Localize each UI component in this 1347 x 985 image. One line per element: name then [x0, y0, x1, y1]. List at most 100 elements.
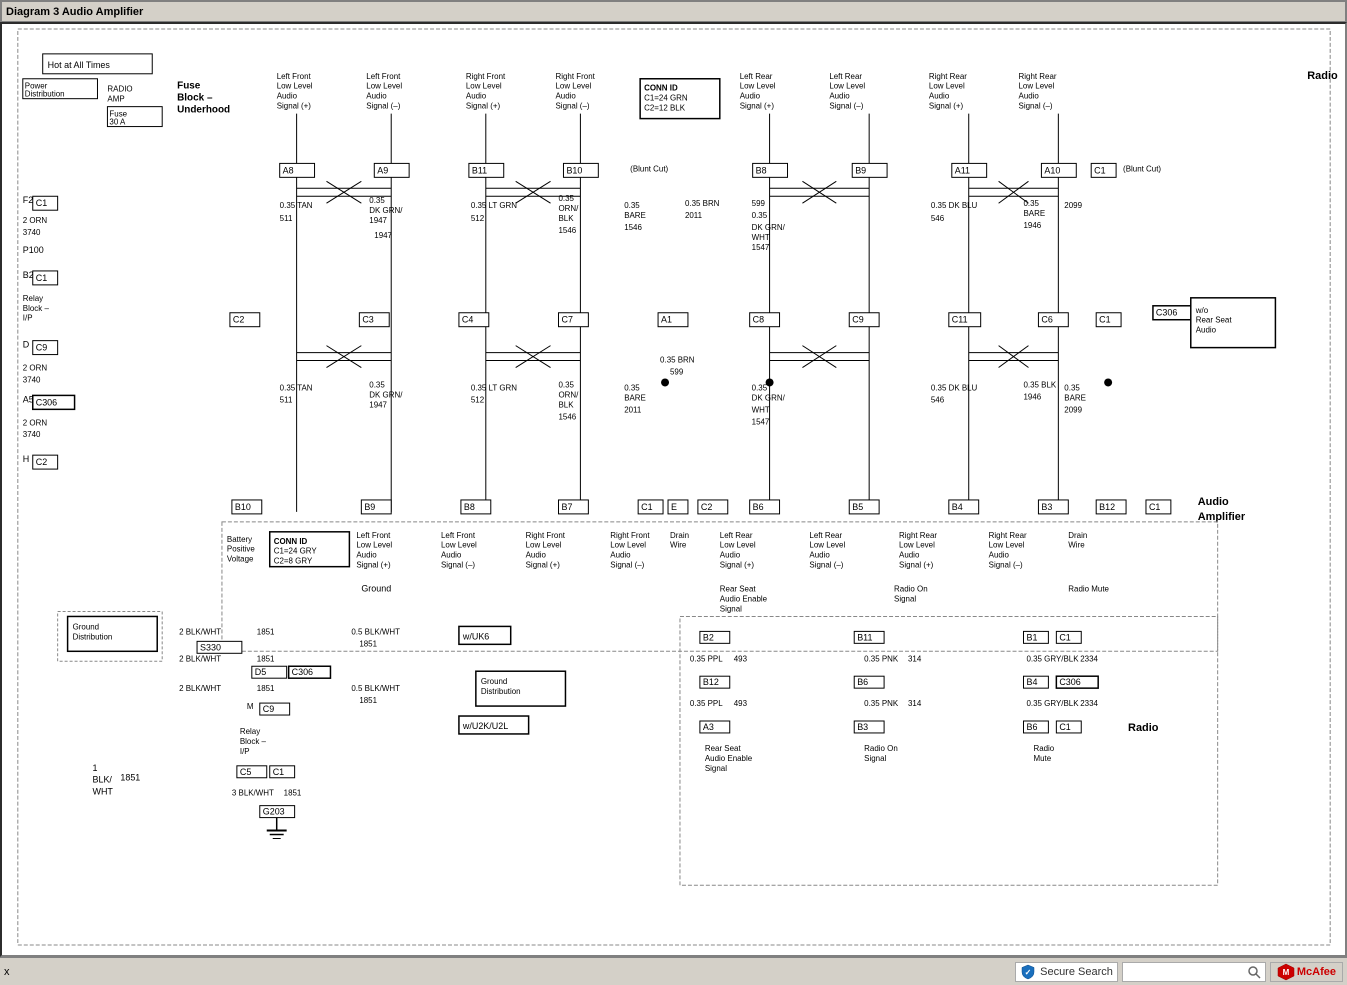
mcafee-label: McAfee: [1297, 966, 1336, 978]
svg-text:0.35 DK BLU: 0.35 DK BLU: [931, 201, 978, 210]
svg-text:BARE: BARE: [1023, 209, 1045, 218]
svg-text:B8: B8: [464, 502, 475, 512]
svg-text:511: 511: [280, 395, 293, 404]
secure-search-area[interactable]: ✓ Secure Search: [1015, 962, 1118, 982]
svg-text:2 ORN: 2 ORN: [23, 216, 48, 225]
main-window: Diagram 3 Audio Amplifier Radio Hot at A…: [0, 0, 1347, 985]
svg-text:Rear Seat: Rear Seat: [1196, 316, 1233, 325]
svg-text:0.35: 0.35: [1064, 383, 1080, 392]
svg-text:CONN ID: CONN ID: [644, 84, 678, 93]
svg-text:P100: P100: [23, 245, 44, 255]
svg-text:Low Level: Low Level: [929, 82, 965, 91]
window-title: Diagram 3 Audio Amplifier: [6, 6, 143, 18]
svg-text:1851: 1851: [359, 696, 377, 705]
svg-text:Ground: Ground: [73, 622, 100, 631]
svg-text:1547: 1547: [752, 417, 770, 426]
svg-text:(Blunt Cut): (Blunt Cut): [630, 164, 668, 173]
svg-text:ORN/: ORN/: [558, 204, 579, 213]
svg-text:1947: 1947: [374, 231, 392, 240]
close-button[interactable]: x: [4, 966, 24, 978]
svg-text:0.5 BLK/WHT: 0.5 BLK/WHT: [351, 684, 400, 693]
svg-text:C2: C2: [36, 457, 47, 467]
svg-text:C7: C7: [561, 315, 572, 325]
svg-text:Signal (–): Signal (–): [610, 561, 644, 570]
svg-text:Relay: Relay: [23, 294, 43, 303]
svg-text:(Blunt Cut): (Blunt Cut): [1123, 164, 1161, 173]
svg-text:493: 493: [734, 699, 748, 708]
svg-text:0.35: 0.35: [624, 201, 640, 210]
svg-text:Block –: Block –: [177, 93, 213, 104]
svg-text:2099: 2099: [1064, 201, 1082, 210]
svg-text:0.35: 0.35: [752, 383, 768, 392]
svg-text:0.35: 0.35: [369, 380, 385, 389]
svg-text:DK GRN/: DK GRN/: [752, 223, 786, 232]
svg-text:Signal (–): Signal (–): [989, 561, 1023, 570]
svg-text:Audio: Audio: [526, 551, 547, 560]
svg-text:✓: ✓: [1025, 968, 1032, 977]
svg-text:A10: A10: [1044, 165, 1060, 175]
svg-text:Mute: Mute: [1033, 754, 1051, 763]
svg-text:Audio: Audio: [610, 551, 631, 560]
search-icon[interactable]: [1247, 965, 1261, 979]
svg-text:Low Level: Low Level: [441, 541, 477, 550]
svg-text:2011: 2011: [685, 211, 703, 220]
svg-text:B5: B5: [852, 502, 863, 512]
svg-text:1547: 1547: [752, 243, 770, 252]
svg-text:AMP: AMP: [107, 95, 124, 104]
svg-text:B9: B9: [855, 165, 866, 175]
diagram-svg: Radio Hot at All Times Power Distributio…: [2, 24, 1345, 955]
svg-text:B11: B11: [857, 632, 872, 642]
svg-text:A9: A9: [377, 165, 388, 175]
svg-text:Radio: Radio: [1033, 744, 1054, 753]
svg-text:Signal (+): Signal (+): [526, 561, 561, 570]
mcafee-logo-area[interactable]: M McAfee: [1270, 962, 1343, 982]
svg-text:Right Rear: Right Rear: [929, 72, 967, 81]
svg-text:2099: 2099: [1064, 405, 1082, 414]
svg-text:A8: A8: [283, 165, 294, 175]
search-input[interactable]: [1127, 966, 1247, 978]
svg-text:B11: B11: [472, 165, 487, 175]
svg-text:1546: 1546: [624, 223, 642, 232]
svg-text:w/o: w/o: [1195, 306, 1209, 315]
svg-text:1851: 1851: [120, 773, 140, 783]
svg-text:C9: C9: [263, 704, 274, 714]
svg-text:1851: 1851: [257, 627, 275, 636]
svg-text:C1: C1: [1059, 632, 1070, 642]
svg-text:B12: B12: [1099, 502, 1115, 512]
svg-text:C1: C1: [36, 198, 47, 208]
svg-text:Low Level: Low Level: [366, 82, 402, 91]
svg-text:Distribution: Distribution: [25, 90, 65, 99]
svg-text:B3: B3: [1041, 502, 1052, 512]
svg-text:Low Level: Low Level: [740, 82, 776, 91]
svg-text:3740: 3740: [23, 430, 41, 439]
svg-text:Hot at All Times: Hot at All Times: [48, 60, 111, 70]
svg-text:B6: B6: [1026, 722, 1037, 732]
svg-text:Signal (–): Signal (–): [556, 102, 590, 111]
svg-text:C1: C1: [1149, 502, 1160, 512]
svg-text:Audio: Audio: [899, 551, 920, 560]
svg-text:B1: B1: [1026, 632, 1037, 642]
svg-text:C306: C306: [292, 667, 313, 677]
svg-text:Signal (+): Signal (+): [277, 102, 312, 111]
secure-search-label: Secure Search: [1040, 966, 1113, 978]
svg-text:1851: 1851: [359, 639, 377, 648]
svg-text:Low Level: Low Level: [526, 541, 562, 550]
svg-text:C1: C1: [36, 273, 47, 283]
svg-text:Signal: Signal: [720, 604, 742, 613]
svg-text:314: 314: [908, 654, 922, 663]
svg-text:Left Front: Left Front: [366, 72, 401, 81]
svg-text:Low Level: Low Level: [809, 541, 845, 550]
svg-text:3740: 3740: [23, 375, 41, 384]
svg-text:546: 546: [931, 395, 945, 404]
svg-text:Low Level: Low Level: [610, 541, 646, 550]
svg-text:0.35 GRY/BLK: 0.35 GRY/BLK: [1026, 654, 1079, 663]
svg-text:Signal (+): Signal (+): [720, 561, 755, 570]
svg-text:B3: B3: [857, 722, 868, 732]
svg-text:D: D: [23, 340, 30, 350]
svg-text:BLK/: BLK/: [92, 775, 112, 785]
svg-text:314: 314: [908, 699, 922, 708]
svg-text:C306: C306: [36, 397, 57, 407]
svg-text:C9: C9: [36, 343, 47, 353]
svg-text:511: 511: [280, 214, 293, 223]
svg-text:WHT: WHT: [752, 233, 770, 242]
